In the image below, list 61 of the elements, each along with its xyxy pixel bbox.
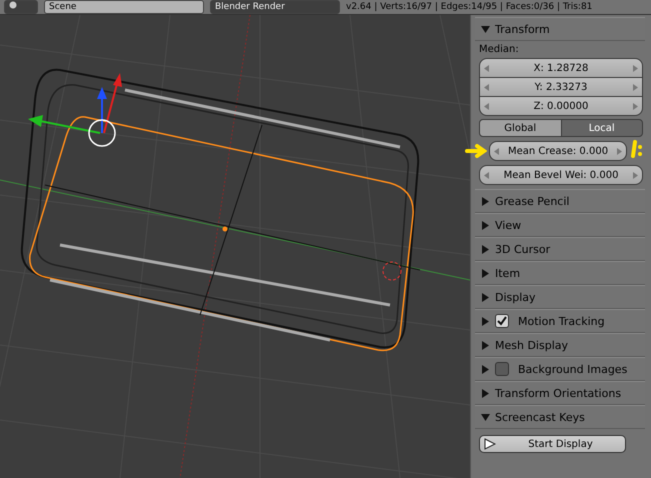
3d-viewport-drawing[interactable] (0, 15, 470, 478)
panel-title: Motion Tracking (518, 314, 605, 328)
collapsed-arrow-icon (481, 268, 490, 278)
panel-title: Grease Pencil (495, 194, 570, 208)
right-arrow-icon[interactable] (633, 172, 638, 178)
number-field[interactable]: X: 1.28728 (479, 58, 643, 78)
left-arrow-icon[interactable] (484, 172, 489, 178)
checkbox[interactable] (495, 314, 509, 328)
play-icon (484, 438, 496, 450)
number-field[interactable]: Mean Bevel Wei: 0.000 (479, 165, 643, 185)
panel-header[interactable]: 3D Cursor (475, 237, 645, 261)
space-toggle-button[interactable]: Local (560, 119, 643, 137)
panel-header[interactable]: Display (475, 285, 645, 309)
panel-header[interactable]: Screencast Keys (475, 405, 645, 429)
scene-selector[interactable]: Scene (44, 0, 204, 14)
panel-title: 3D Cursor (495, 242, 550, 256)
right-arrow-icon[interactable] (633, 84, 638, 90)
collapsed-arrow-icon (481, 388, 490, 398)
hand-drawn-arrow-drawing (465, 144, 487, 158)
panel-header[interactable]: View (475, 213, 645, 237)
start-display-button[interactable]: Start Display (479, 435, 626, 453)
checkbox[interactable] (495, 362, 509, 376)
number-field[interactable]: Y: 2.33273 (479, 77, 643, 97)
panel-title: Display (495, 290, 536, 304)
left-arrow-icon[interactable] (484, 64, 489, 72)
panel-header[interactable]: Transform Orientations (475, 381, 645, 405)
panel-title: Mesh Display (495, 338, 568, 352)
panel-title: View (495, 218, 522, 232)
collapsed-arrow-icon (481, 292, 490, 302)
panel-header[interactable]: Motion Tracking (475, 309, 645, 333)
left-arrow-icon[interactable] (484, 102, 489, 110)
number-field[interactable]: Mean Crease: 0.000 (489, 141, 627, 161)
expanded-arrow-icon (481, 24, 490, 34)
number-field[interactable]: Z: 0.00000 (479, 96, 643, 116)
left-arrow-icon[interactable] (494, 148, 499, 154)
sphere-icon (9, 1, 17, 9)
panel-title: Item (495, 266, 520, 280)
panel-title: Transform Orientations (495, 386, 622, 400)
left-arrow-icon[interactable] (484, 84, 489, 90)
collapsed-arrow-icon (481, 316, 490, 326)
collapsed-arrow-icon (481, 244, 490, 254)
scene-statistics: v2.64 | Verts:16/97 | Edges:14/95 | Faces:0/36 | Tris:81 (346, 2, 592, 12)
collapsed-arrow-icon (481, 220, 490, 230)
collapsed-arrow-icon (481, 340, 490, 350)
panel-header[interactable]: Grease Pencil (475, 189, 645, 213)
panel-header[interactable]: Transform (475, 17, 645, 41)
panel-header[interactable]: Mesh Display (475, 333, 645, 357)
panel-title: Background Images (518, 362, 628, 376)
right-arrow-icon[interactable] (617, 148, 622, 154)
right-arrow-icon[interactable] (632, 64, 638, 72)
right-arrow-icon[interactable] (632, 102, 638, 110)
expanded-arrow-icon (481, 412, 490, 422)
render-engine-selector[interactable]: Blender Render (210, 0, 340, 14)
editor-type-menu[interactable] (4, 0, 38, 14)
panel-header[interactable]: Background Images (475, 357, 645, 381)
collapsed-arrow-icon (481, 196, 490, 206)
median-label: Median: (479, 44, 520, 55)
space-toggle-button[interactable]: Global (479, 119, 562, 137)
panel-title: Screencast Keys (495, 410, 585, 424)
panel-header[interactable]: Item (475, 261, 645, 285)
collapsed-arrow-icon (481, 364, 490, 374)
